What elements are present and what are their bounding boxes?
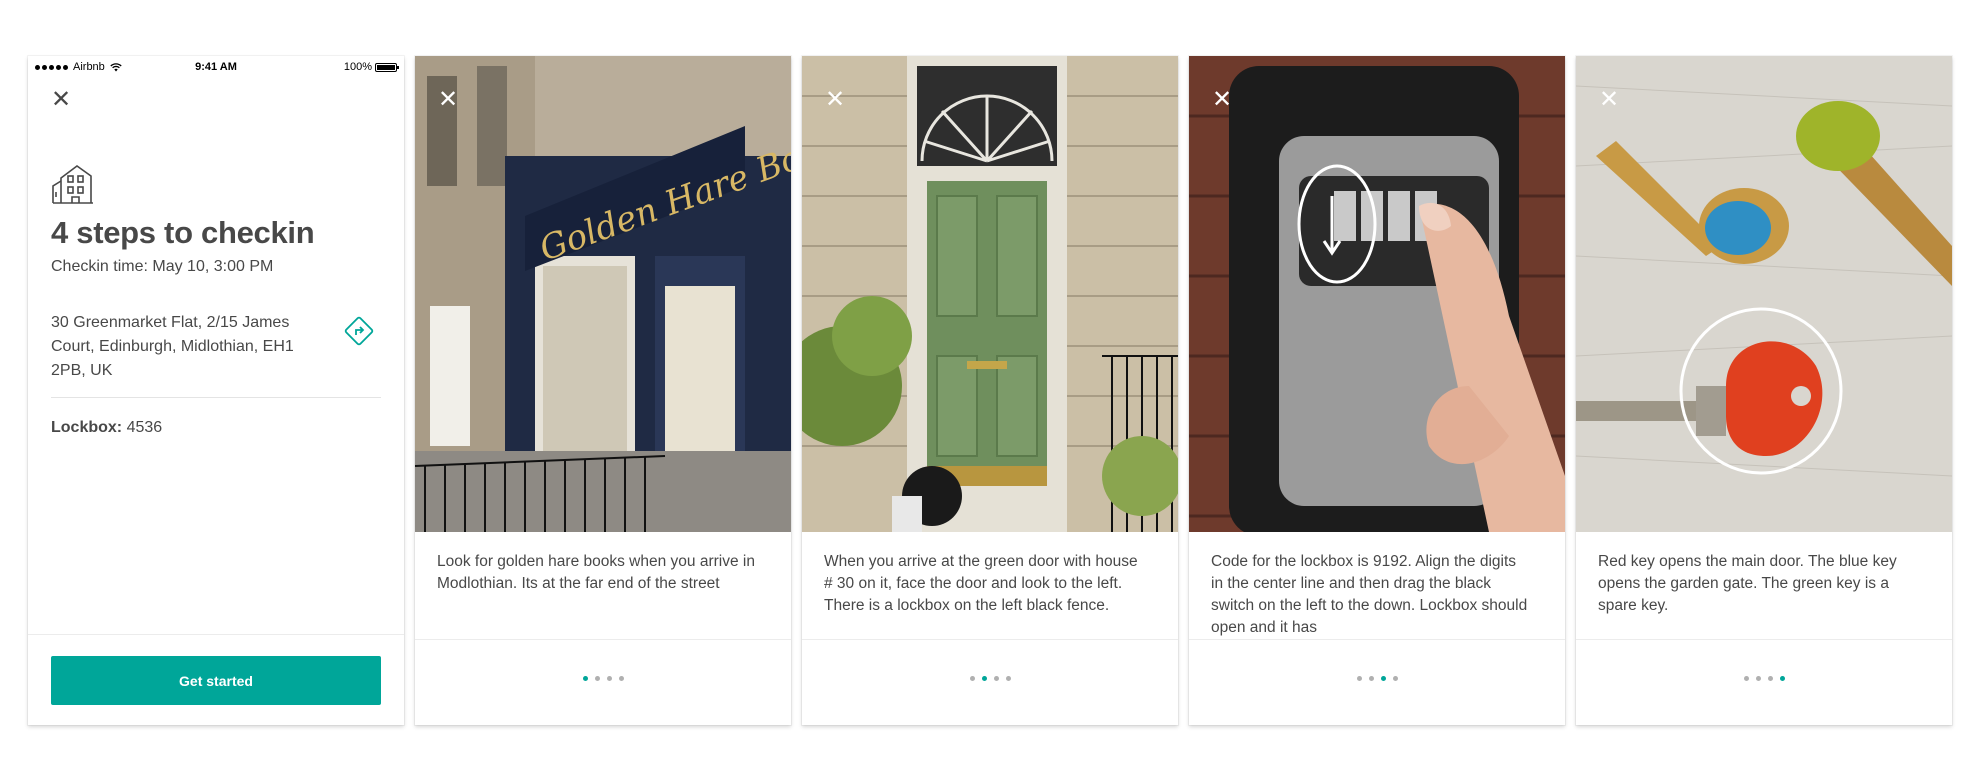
step-caption: Red key opens the main door. The blue ke… bbox=[1598, 553, 1897, 614]
get-started-button[interactable]: Get started bbox=[51, 656, 381, 705]
page-dot[interactable] bbox=[1380, 676, 1386, 681]
lockbox-label: Lockbox: bbox=[51, 419, 123, 436]
page-dot[interactable] bbox=[1779, 676, 1785, 681]
step-caption: When you arrive at the green door with h… bbox=[824, 553, 1138, 614]
building-icon bbox=[52, 165, 93, 204]
page-dot[interactable] bbox=[981, 676, 987, 681]
step-card-4: ✕ Red key opens the main door. The blue … bbox=[1576, 56, 1952, 725]
page-dot[interactable] bbox=[1755, 676, 1761, 681]
close-icon[interactable]: ✕ bbox=[51, 87, 71, 111]
divider bbox=[51, 397, 381, 398]
page-dot[interactable] bbox=[1356, 676, 1362, 681]
page-dot[interactable] bbox=[1005, 676, 1011, 681]
caption-divider bbox=[802, 639, 1178, 640]
close-icon[interactable]: ✕ bbox=[1599, 87, 1619, 111]
page-indicator bbox=[1576, 676, 1952, 681]
close-icon[interactable]: ✕ bbox=[438, 87, 458, 111]
footer-divider bbox=[28, 634, 404, 635]
caption-divider bbox=[1189, 639, 1565, 640]
step-caption: Code for the lockbox is 9192. Align the … bbox=[1211, 553, 1528, 636]
step-caption: Look for golden hare books when you arri… bbox=[437, 553, 755, 592]
step-card-2: ✕ When you arrive at the green door with… bbox=[802, 56, 1178, 725]
page-dot[interactable] bbox=[1368, 676, 1374, 681]
page-title: 4 steps to checkin bbox=[51, 215, 315, 250]
green-door-photo: ✕ bbox=[802, 56, 1178, 532]
step-card-1: Golden Hare Books ✕ Look for golden hare… bbox=[415, 56, 791, 725]
page-dot[interactable] bbox=[606, 676, 612, 681]
caption-divider bbox=[1576, 639, 1952, 640]
page-dot[interactable] bbox=[969, 676, 975, 681]
keys-photo: ✕ bbox=[1576, 56, 1952, 532]
page-dot[interactable] bbox=[1767, 676, 1773, 681]
battery-percent: 100% bbox=[343, 61, 372, 73]
address-text: 30 Greenmarket Flat, 2/15 James Court, E… bbox=[51, 314, 294, 379]
page-indicator bbox=[415, 676, 791, 681]
close-icon[interactable]: ✕ bbox=[825, 87, 845, 111]
bookshop-storefront-photo: Golden Hare Books ✕ bbox=[415, 56, 791, 532]
directions-icon[interactable] bbox=[342, 314, 376, 348]
status-bar: Airbnb 9:41 AM 100% bbox=[28, 56, 404, 80]
page-dot[interactable] bbox=[594, 676, 600, 681]
lockbox-info: Lockbox: 4536 bbox=[51, 419, 162, 437]
page-dot[interactable] bbox=[618, 676, 624, 681]
lockbox-code: 4536 bbox=[126, 419, 163, 436]
caption-divider bbox=[415, 639, 791, 640]
page-indicator bbox=[1189, 676, 1565, 681]
close-icon[interactable]: ✕ bbox=[1212, 87, 1232, 111]
page-indicator bbox=[802, 676, 1178, 681]
lockbox-photo: ✕ bbox=[1189, 56, 1565, 532]
checkin-time: Checkin time: May 10, 3:00 PM bbox=[51, 258, 274, 275]
page-dot[interactable] bbox=[582, 676, 588, 681]
step-card-3: ✕ Code for the lockbox is 9192. Align th… bbox=[1189, 56, 1565, 725]
checkin-intro-card: Airbnb 9:41 AM 100% ✕ 4 steps to checkin… bbox=[28, 56, 404, 725]
page-dot[interactable] bbox=[1743, 676, 1749, 681]
page-dot[interactable] bbox=[1392, 676, 1398, 681]
battery-icon bbox=[375, 62, 399, 72]
page-dot[interactable] bbox=[993, 676, 999, 681]
